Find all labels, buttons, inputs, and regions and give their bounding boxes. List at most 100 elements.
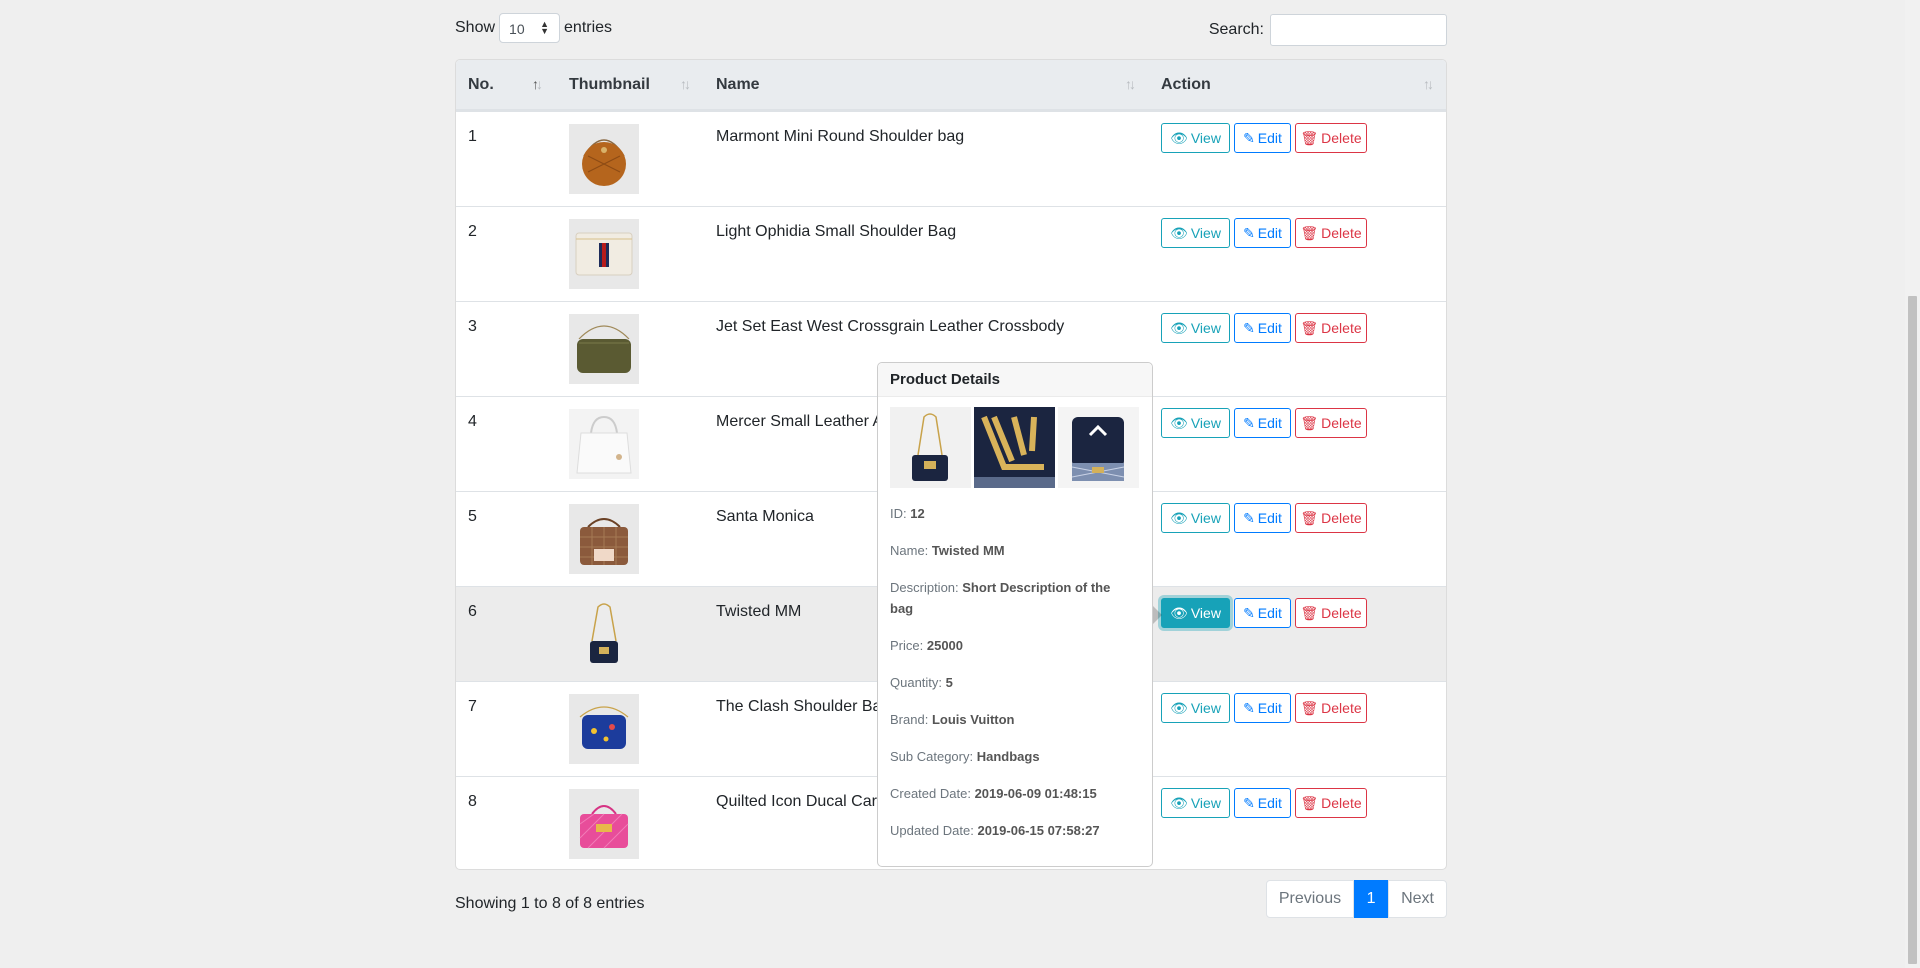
table-row: 1 Marmont Mini Round Shoulder bag 👁 View …: [456, 111, 1446, 206]
product-thumbnail: [569, 694, 639, 764]
edit-button[interactable]: ✎ Edit: [1234, 313, 1291, 343]
product-name: Mercer Small Leather A: [716, 413, 884, 430]
length-control: Show 10 ▲ ▼ entries: [455, 13, 613, 43]
delete-button[interactable]: 🗑 Delete: [1295, 503, 1367, 533]
row-actions: 👁 View ✎ Edit 🗑 Delete: [1161, 598, 1367, 628]
popover-arrow: [1153, 606, 1162, 624]
delete-button[interactable]: 🗑 Delete: [1295, 123, 1367, 153]
edit-icon: ✎: [1243, 414, 1255, 431]
sort-icon[interactable]: ↑↓: [680, 76, 691, 92]
eye-icon: 👁: [1170, 699, 1188, 716]
popover-description: Description: Short Description of the ba…: [890, 580, 1111, 616]
edit-button[interactable]: ✎ Edit: [1234, 503, 1291, 533]
popover-quantity: Quantity: 5: [890, 675, 953, 690]
header-name[interactable]: Name: [716, 76, 760, 94]
popover-price: Price: 25000: [890, 638, 964, 653]
sort-icon[interactable]: ↑↓: [1125, 76, 1136, 92]
delete-button[interactable]: 🗑 Delete: [1295, 218, 1367, 248]
trash-icon: 🗑: [1300, 604, 1319, 621]
product-name: Twisted MM: [716, 603, 802, 620]
delete-button[interactable]: 🗑 Delete: [1295, 788, 1367, 818]
delete-button[interactable]: 🗑 Delete: [1295, 598, 1367, 628]
select-arrows-icon: ▲ ▼: [540, 19, 550, 36]
trash-icon: 🗑: [1300, 414, 1319, 431]
search-label: Search:: [1208, 21, 1264, 38]
scrollbar-thumb[interactable]: [1908, 296, 1917, 964]
product-thumbnail: [569, 409, 639, 479]
edit-button[interactable]: ✎ Edit: [1234, 123, 1291, 153]
popover-id: ID: 12: [890, 506, 925, 521]
trash-icon: 🗑: [1300, 319, 1319, 336]
popover-subcategory: Sub Category: Handbags: [890, 749, 1040, 764]
edit-button[interactable]: ✎ Edit: [1234, 218, 1291, 248]
pagination: Previous 1 Next: [1265, 880, 1447, 918]
table-header: No. ↑↓ Thumbnail ↑↓ Name ↑↓ Action ↑↓: [456, 60, 1446, 111]
row-number: 8: [468, 793, 477, 810]
row-actions: 👁 View ✎ Edit 🗑 Delete: [1161, 408, 1367, 438]
sort-asc-icon[interactable]: ↑↓: [532, 76, 543, 92]
header-thumbnail[interactable]: Thumbnail: [569, 76, 650, 94]
popover-created-date: Created Date: 2019-06-09 01:48:15: [890, 786, 1097, 801]
row-actions: 👁 View ✎ Edit 🗑 Delete: [1161, 693, 1367, 723]
view-button[interactable]: 👁 View: [1161, 123, 1230, 153]
delete-button[interactable]: 🗑 Delete: [1295, 313, 1367, 343]
row-number: 3: [468, 318, 477, 335]
trash-icon: 🗑: [1300, 794, 1319, 811]
entries-select[interactable]: 10 ▲ ▼: [499, 13, 561, 43]
popover-images: [890, 407, 1139, 488]
view-button[interactable]: 👁 View: [1161, 408, 1230, 438]
row-actions: 👁 View ✎ Edit 🗑 Delete: [1161, 788, 1367, 818]
view-button[interactable]: 👁 View: [1161, 313, 1230, 343]
product-name: The Clash Shoulder Bag: [716, 698, 891, 715]
product-thumbnail: [569, 219, 639, 289]
row-number: 1: [468, 128, 477, 145]
row-number: 6: [468, 603, 477, 620]
header-no[interactable]: No.: [468, 76, 494, 94]
product-name: Marmont Mini Round Shoulder bag: [716, 128, 965, 145]
page-scrollbar[interactable]: [1905, 0, 1920, 968]
edit-button[interactable]: ✎ Edit: [1234, 408, 1291, 438]
view-button[interactable]: 👁 View: [1161, 693, 1230, 723]
table-controls: Show 10 ▲ ▼ entries Search:: [455, 13, 1447, 46]
delete-button[interactable]: 🗑 Delete: [1295, 408, 1367, 438]
popover-updated-date: Updated Date: 2019-06-15 07:58:27: [890, 823, 1100, 838]
previous-page-button[interactable]: Previous: [1265, 880, 1355, 918]
trash-icon: 🗑: [1300, 224, 1319, 241]
next-page-button[interactable]: Next: [1388, 880, 1447, 918]
search-input[interactable]: [1270, 14, 1447, 46]
edit-button[interactable]: ✎ Edit: [1234, 788, 1291, 818]
view-button[interactable]: 👁 View: [1161, 503, 1230, 533]
show-label: Show: [455, 19, 496, 36]
search-control: Search:: [1209, 14, 1447, 46]
product-thumbnail: [569, 504, 639, 574]
edit-icon: ✎: [1243, 224, 1255, 241]
eye-icon: 👁: [1170, 604, 1188, 621]
header-action[interactable]: Action: [1161, 76, 1211, 94]
trash-icon: 🗑: [1300, 509, 1319, 526]
entries-label: entries: [564, 19, 613, 36]
sort-icon[interactable]: ↑↓: [1423, 76, 1434, 92]
product-thumbnail: [569, 599, 639, 669]
edit-icon: ✎: [1243, 604, 1255, 621]
edit-button[interactable]: ✎ Edit: [1234, 693, 1291, 723]
row-actions: 👁 View ✎ Edit 🗑 Delete: [1161, 218, 1367, 248]
view-button[interactable]: 👁 View: [1161, 598, 1230, 628]
product-image: [1058, 407, 1139, 488]
trash-icon: 🗑: [1300, 699, 1319, 716]
product-name: Light Ophidia Small Shoulder Bag: [716, 223, 957, 240]
page-1-button[interactable]: 1: [1354, 880, 1389, 918]
edit-icon: ✎: [1243, 794, 1255, 811]
delete-button[interactable]: 🗑 Delete: [1295, 693, 1367, 723]
popover-title: Product Details: [878, 363, 1152, 397]
product-name: Quilted Icon Ducal Carr: [716, 793, 883, 810]
view-button[interactable]: 👁 View: [1161, 218, 1230, 248]
row-actions: 👁 View ✎ Edit 🗑 Delete: [1161, 123, 1367, 153]
popover-brand: Brand: Louis Vuitton: [890, 712, 1015, 727]
view-button[interactable]: 👁 View: [1161, 788, 1230, 818]
eye-icon: 👁: [1170, 129, 1188, 146]
eye-icon: 👁: [1170, 509, 1188, 526]
edit-button[interactable]: ✎ Edit: [1234, 598, 1291, 628]
product-thumbnail: [569, 314, 639, 384]
row-number: 7: [468, 698, 477, 715]
eye-icon: 👁: [1170, 794, 1188, 811]
